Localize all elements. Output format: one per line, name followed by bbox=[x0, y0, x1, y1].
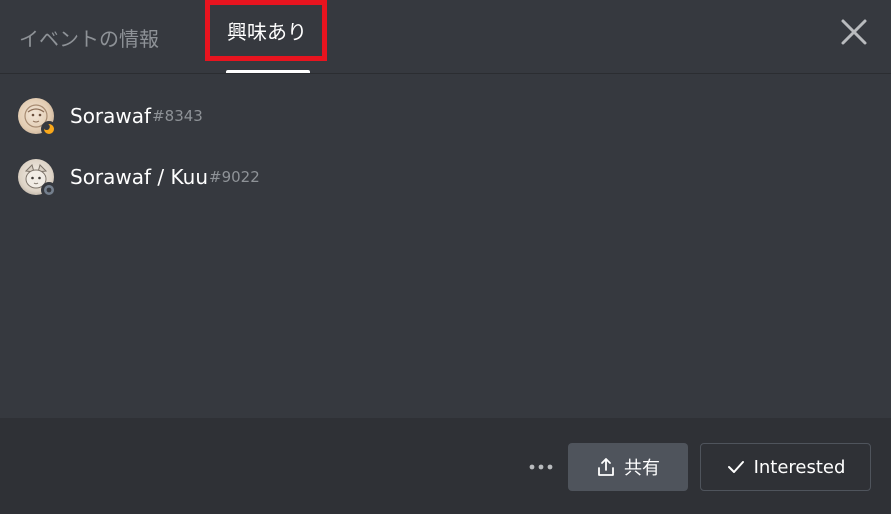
tab-event-info[interactable]: イベントの情報 bbox=[19, 0, 159, 74]
user-discriminator: #8343 bbox=[152, 107, 203, 125]
username: Sorawaf / Kuu bbox=[70, 165, 208, 189]
offline-status-icon bbox=[44, 185, 54, 195]
share-icon bbox=[598, 458, 614, 476]
share-button-label: 共有 bbox=[624, 458, 660, 479]
share-button[interactable]: 共有 bbox=[568, 443, 688, 491]
close-button[interactable] bbox=[839, 17, 869, 47]
tab-event-info-label: イベントの情報 bbox=[19, 26, 159, 51]
tab-interested-label: 興味あり bbox=[227, 19, 307, 44]
status-idle-badge bbox=[41, 121, 57, 137]
user-row[interactable]: Sorawaf #8343 bbox=[18, 96, 878, 137]
modal-header: イベントの情報 興味あり bbox=[0, 0, 891, 74]
interested-button[interactable]: Interested bbox=[700, 443, 871, 491]
user-row[interactable]: Sorawaf / Kuu #9022 bbox=[18, 157, 878, 198]
user-discriminator: #9022 bbox=[209, 168, 260, 186]
more-options-button[interactable] bbox=[528, 454, 554, 480]
close-icon bbox=[841, 19, 867, 45]
tab-interested[interactable]: 興味あり bbox=[208, 0, 326, 74]
avatar bbox=[18, 159, 57, 198]
idle-moon-icon bbox=[43, 123, 54, 134]
status-offline-badge bbox=[41, 182, 57, 198]
username: Sorawaf bbox=[70, 104, 152, 128]
ellipsis-icon bbox=[529, 464, 553, 470]
interested-button-label: Interested bbox=[753, 456, 846, 478]
active-tab-indicator bbox=[226, 70, 310, 73]
checkmark-icon bbox=[727, 461, 744, 473]
avatar bbox=[18, 98, 57, 137]
